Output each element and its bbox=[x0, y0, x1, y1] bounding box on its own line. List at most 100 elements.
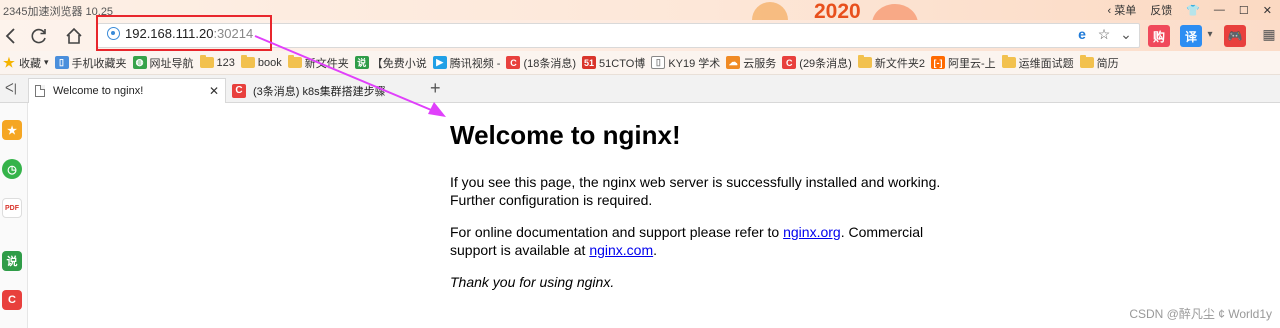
bookmark-label: 手机收藏夹 bbox=[71, 57, 127, 70]
bookmark-item[interactable]: ◍ 网址导航 bbox=[132, 51, 200, 75]
bookmark-item[interactable]: ▯ 手机收藏夹 bbox=[54, 51, 133, 75]
maximize-icon[interactable]: ☐ bbox=[1239, 4, 1249, 17]
back-icon[interactable] bbox=[0, 25, 22, 47]
bookmark-item[interactable]: ▶ 腾讯视频 - bbox=[432, 51, 507, 75]
bookmark-item[interactable]: ☁ 云服务 bbox=[726, 51, 782, 75]
nginx-org-link[interactable]: nginx.org bbox=[783, 224, 841, 240]
bookmark-item[interactable]: 新文件夹2 bbox=[857, 51, 931, 75]
bookmark-label: 阿里云-上 bbox=[947, 57, 996, 70]
bookmark-label: 51CTO博 bbox=[599, 57, 646, 70]
shopping-icon[interactable]: 购 bbox=[1148, 25, 1170, 47]
chevron-down-icon[interactable]: ▾ bbox=[1201, 25, 1219, 43]
folder-icon bbox=[1001, 55, 1016, 68]
title-bar-controls: ‹ 菜单 反馈 👕 — ☐ ✕ bbox=[1107, 2, 1272, 18]
bookmark-item[interactable]: 新文件夹 bbox=[287, 51, 355, 75]
translate-icon[interactable]: 译 bbox=[1180, 25, 1202, 47]
folder-icon bbox=[287, 55, 302, 68]
cloud-icon: ☁ bbox=[726, 56, 741, 69]
game-icon[interactable]: 🎮 bbox=[1224, 25, 1246, 47]
docs-text: For online documentation and support ple… bbox=[450, 224, 784, 240]
tab-strip: ᐸ| Welcome to nginx! ✕ C (3条消息) k8s集群搭建步… bbox=[0, 75, 1280, 103]
refresh-icon[interactable] bbox=[28, 25, 50, 47]
bookmark-label: 收藏 bbox=[19, 57, 41, 70]
folder-icon bbox=[857, 55, 872, 68]
tab-k8s[interactable]: C (3条消息) k8s集群搭建步骤 bbox=[226, 78, 424, 103]
ie-mode-icon[interactable]: e bbox=[1073, 25, 1091, 43]
menu-button[interactable]: ‹ 菜单 bbox=[1107, 2, 1136, 18]
bookmark-label: 123 bbox=[216, 56, 235, 69]
bookmark-item[interactable]: 运维面试题 bbox=[1001, 51, 1080, 75]
bookmark-item[interactable]: 51 51CTO博 bbox=[582, 51, 651, 75]
novel-icon: 说 bbox=[354, 56, 369, 69]
video-icon: ▶ bbox=[432, 56, 447, 69]
novel-icon[interactable]: 说 bbox=[2, 251, 22, 271]
thanks-paragraph: Thank you for using nginx. bbox=[450, 273, 970, 291]
watermark: CSDN @醉凡尘 ¢ World1y bbox=[1129, 307, 1272, 321]
aliyun-icon: [-] bbox=[930, 56, 945, 69]
favorites-icon[interactable]: ★ bbox=[2, 120, 22, 140]
chevron-down-icon[interactable]: ⌄ bbox=[1117, 25, 1135, 43]
bookmark-item[interactable]: [-] 阿里云-上 bbox=[930, 51, 1002, 75]
bookmark-item[interactable]: 简历 bbox=[1079, 51, 1125, 75]
thanks-text: Thank you for using nginx. bbox=[450, 274, 615, 290]
collapse-sidebar-icon[interactable]: ᐸ| bbox=[5, 81, 17, 95]
bookmark-item[interactable]: C (29条消息) bbox=[782, 51, 858, 75]
csdn-icon: C bbox=[506, 56, 521, 69]
page-content: Welcome to nginx! If you see this page, … bbox=[450, 120, 970, 305]
url-highlight-box bbox=[96, 15, 272, 51]
folder-icon bbox=[240, 55, 255, 68]
feedback-button[interactable]: 反馈 bbox=[1150, 2, 1172, 18]
csdn-icon[interactable]: C bbox=[2, 290, 22, 310]
tab-label: Welcome to nginx! bbox=[53, 85, 144, 97]
close-tab-icon[interactable]: ✕ bbox=[209, 84, 219, 98]
bookmark-item[interactable]: book bbox=[240, 51, 288, 75]
nav-icon: ◍ bbox=[132, 56, 147, 69]
apps-grid-icon[interactable]: ▦ bbox=[1260, 25, 1278, 43]
51cto-icon: 51 bbox=[582, 56, 597, 69]
page-heading: Welcome to nginx! bbox=[450, 120, 681, 150]
bookmark-item[interactable]: C (18条消息) bbox=[506, 51, 582, 75]
close-icon[interactable]: ✕ bbox=[1263, 4, 1272, 17]
nginx-com-link[interactable]: nginx.com bbox=[589, 242, 653, 258]
history-icon[interactable]: ◷ bbox=[2, 159, 22, 179]
bookmark-item[interactable]: 123 bbox=[199, 51, 241, 75]
bookmark-label: (18条消息) bbox=[523, 57, 577, 70]
bookmark-label: KY19 学术 bbox=[668, 57, 721, 70]
folder-icon bbox=[199, 55, 214, 68]
phone-icon: ▯ bbox=[54, 56, 69, 69]
star-icon[interactable]: ☆ bbox=[1095, 25, 1113, 43]
home-icon[interactable] bbox=[63, 25, 85, 47]
bookmark-label: 网址导航 bbox=[149, 57, 194, 70]
new-tab-button[interactable]: + bbox=[430, 78, 441, 99]
pdf-to-word-icon[interactable]: PDF bbox=[2, 198, 22, 218]
docs-paragraph: For online documentation and support ple… bbox=[450, 223, 970, 259]
intro-paragraph: If you see this page, the nginx web serv… bbox=[450, 174, 941, 208]
bookmark-label: (29条消息) bbox=[799, 57, 852, 70]
bookmark-label: 腾讯视频 - bbox=[449, 57, 501, 70]
bookmark-item[interactable]: ★ 收藏 ▾ bbox=[0, 51, 55, 75]
bookmark-label: book bbox=[257, 56, 282, 69]
page-icon: ▯ bbox=[651, 56, 666, 69]
csdn-icon: C bbox=[782, 56, 797, 69]
minimize-icon[interactable]: — bbox=[1214, 4, 1225, 16]
tab-nginx[interactable]: Welcome to nginx! ✕ bbox=[28, 78, 226, 103]
tab-label: (3条消息) k8s集群搭建步骤 bbox=[253, 85, 386, 98]
bookmark-item[interactable]: 说【免费小说 bbox=[354, 51, 433, 75]
star-icon: ★ bbox=[3, 54, 15, 70]
chevron-down-icon[interactable]: ▾ bbox=[44, 57, 49, 68]
bookmarks-bar: ★ 收藏 ▾ ▯ 手机收藏夹 ◍ 网址导航 123 book 新文件夹说【免费小说 ▶ 腾讯视频 -C… bbox=[0, 51, 1280, 75]
docs-text: . bbox=[653, 242, 658, 258]
menu-label: 菜单 bbox=[1114, 5, 1137, 17]
bookmark-label: 简历 bbox=[1096, 57, 1119, 70]
left-sidebar: ★ ◷ PDF 说 C bbox=[0, 103, 28, 328]
browser-window: 2345加速浏览器 10.25 2020 ‹ 菜单 反馈 👕 — ☐ ✕ 192… bbox=[0, 0, 1280, 328]
bookmark-item[interactable]: ▯ KY19 学术 bbox=[651, 51, 726, 75]
bookmark-label: 【免费小说 bbox=[371, 57, 427, 70]
skin-icon[interactable]: 👕 bbox=[1186, 4, 1200, 17]
page-icon bbox=[35, 85, 45, 97]
bookmark-label: 运维面试题 bbox=[1018, 57, 1074, 70]
csdn-icon: C bbox=[232, 83, 246, 98]
bookmark-label: 新文件夹 bbox=[304, 57, 349, 70]
bookmark-label: 新文件夹2 bbox=[874, 57, 925, 70]
folder-icon bbox=[1079, 55, 1094, 68]
